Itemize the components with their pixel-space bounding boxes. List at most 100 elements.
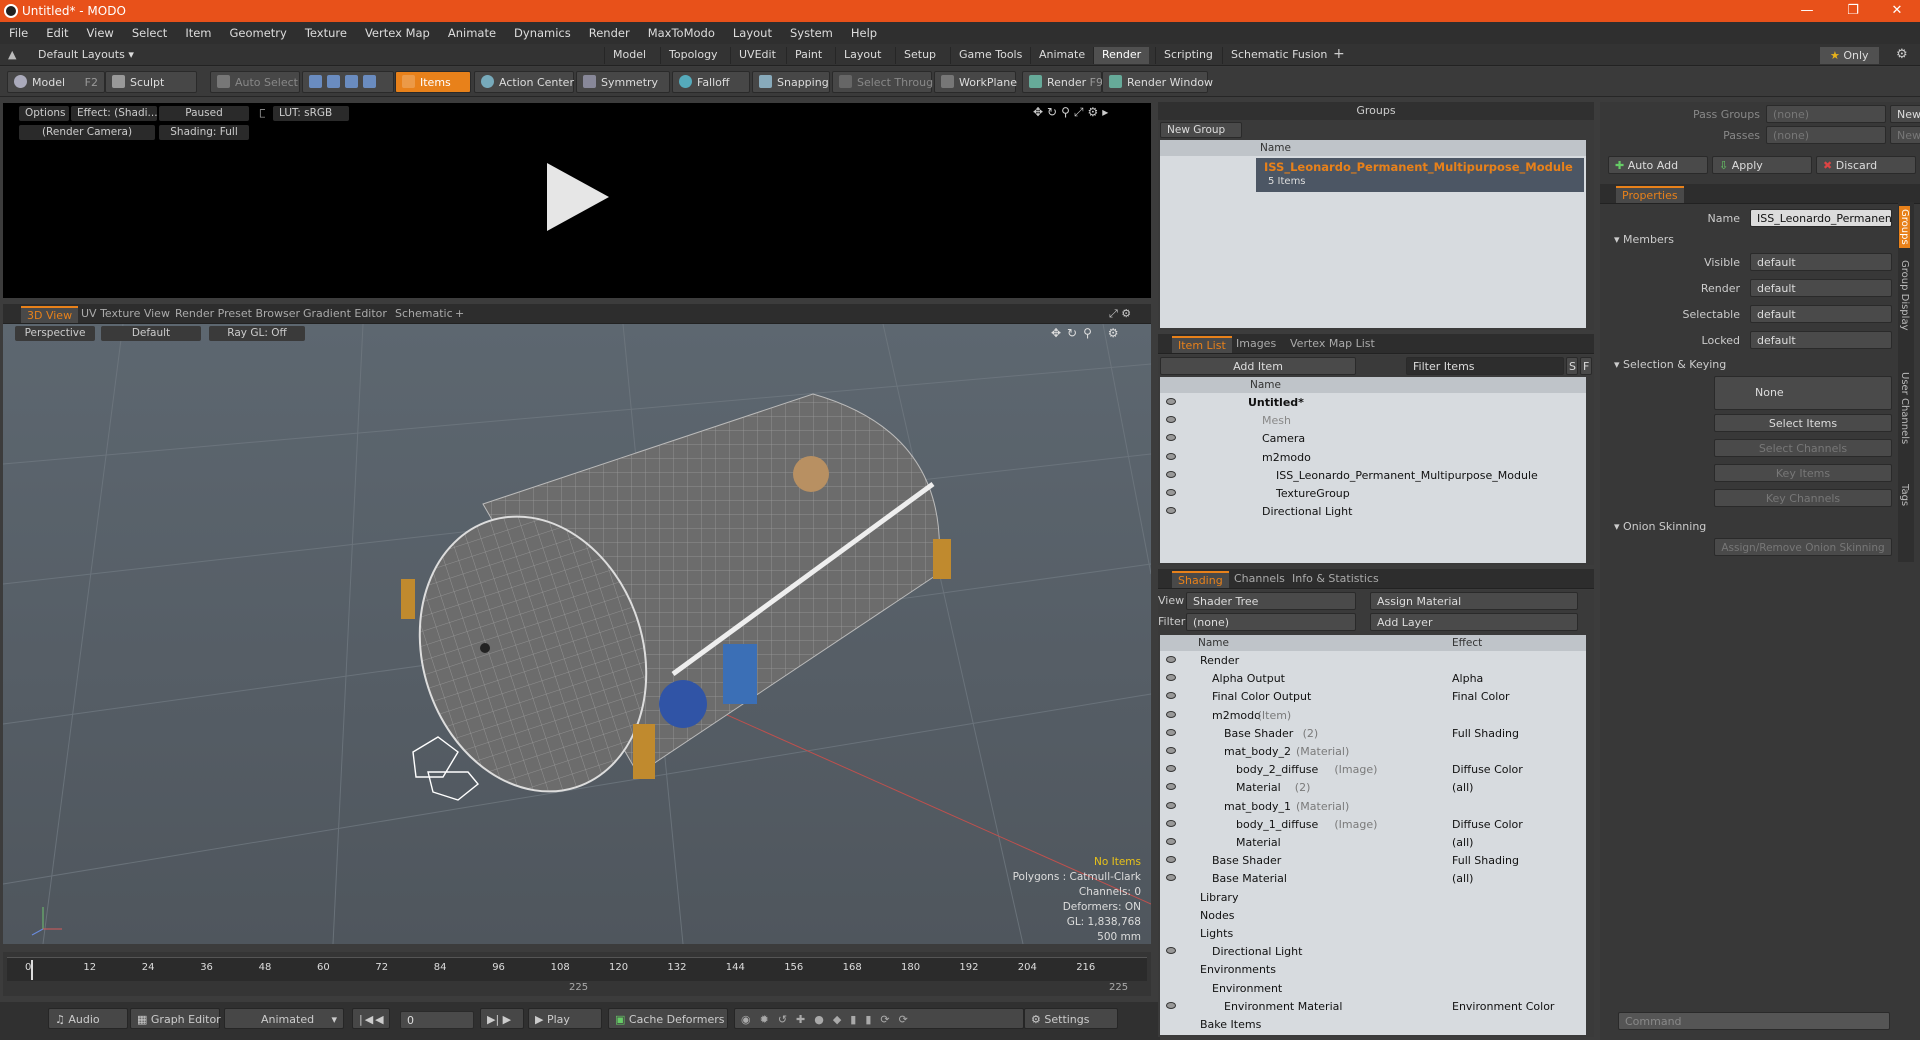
shader-tree-row[interactable]: Base Shader Full Shading	[1160, 852, 1586, 870]
frame-input[interactable]: 0	[400, 1011, 474, 1029]
settings-button[interactable]: ⚙ Settings	[1024, 1008, 1118, 1029]
key-items-button[interactable]: Key Items	[1714, 464, 1892, 482]
tab-item-list[interactable]: Item List	[1172, 336, 1232, 353]
shader-tree-row[interactable]: Directional Light	[1160, 943, 1586, 961]
menu-item[interactable]: Item	[176, 26, 220, 40]
shader-tree-row[interactable]: Render	[1160, 652, 1586, 670]
menu-texture[interactable]: Texture	[296, 26, 356, 40]
selection-keying-section[interactable]: ▾ Selection & Keying	[1614, 358, 1726, 371]
tab-game-tools[interactable]: Game Tools	[950, 47, 1030, 64]
shader-tree[interactable]: Name Effect Render Alpha Output Alpha Final…	[1160, 635, 1586, 1035]
preview-effect-dropdown[interactable]: Effect: (Shadi...	[71, 106, 157, 121]
tab-topology[interactable]: Topology	[660, 47, 726, 64]
perspective-dropdown[interactable]: Perspective	[15, 326, 95, 341]
menu-edit[interactable]: Edit	[37, 26, 77, 40]
shader-tree-row[interactable]: body_2_diffuse (Image) Diffuse Color	[1160, 761, 1586, 779]
item-list-row[interactable]: Directional Light	[1160, 503, 1586, 521]
visibility-eye-icon[interactable]	[1166, 874, 1176, 882]
animated-dropdown[interactable]: Animated ▾	[224, 1008, 344, 1029]
tab-scripting[interactable]: Scripting	[1155, 47, 1221, 64]
visibility-eye-icon[interactable]	[1166, 765, 1176, 773]
item-list-row[interactable]: TextureGroup	[1160, 485, 1586, 503]
group-row-selected[interactable]: ISS_Leonardo_Permanent_Multipurpose_Modu…	[1256, 158, 1584, 192]
new-group-button[interactable]: New Group	[1160, 122, 1242, 138]
shader-tree-row[interactable]: Base Material (all)	[1160, 870, 1586, 888]
tab-schematic-fusion[interactable]: Schematic Fusion	[1222, 47, 1335, 64]
shader-tree-row[interactable]: Nodes	[1160, 907, 1586, 925]
select-through-button[interactable]: Select Through	[832, 71, 940, 93]
tab-3d-view[interactable]: 3D View	[21, 306, 79, 323]
shader-effect[interactable]: Final Color	[1452, 688, 1510, 706]
shader-effect[interactable]: Diffuse Color	[1452, 761, 1523, 779]
tab-layout[interactable]: Layout	[835, 47, 889, 64]
item-list-row[interactable]: Camera	[1160, 430, 1586, 448]
menu-maxtomodo[interactable]: MaxToModo	[639, 26, 724, 40]
command-input[interactable]: Command	[1618, 1012, 1890, 1030]
discard-button[interactable]: ✖ Discard	[1816, 156, 1916, 174]
gear-icon[interactable]: ⚙	[1896, 47, 1908, 62]
menu-system[interactable]: System	[781, 26, 842, 40]
tab-shading[interactable]: Shading	[1172, 571, 1229, 588]
visibility-eye-icon[interactable]	[1166, 507, 1176, 515]
graph-editor-button[interactable]: ▦ Graph Editor	[130, 1008, 221, 1029]
shader-effect[interactable]: Environment Color	[1452, 998, 1554, 1016]
shading-dropdown[interactable]: Shading: Full	[159, 125, 249, 140]
visibility-eye-icon[interactable]	[1166, 838, 1176, 845]
menu-animate[interactable]: Animate	[439, 26, 505, 40]
shader-tree-row[interactable]: Environment Material Environment Color	[1160, 998, 1586, 1016]
visibility-eye-icon[interactable]	[1166, 489, 1176, 496]
filter-items-input[interactable]: Filter Items	[1406, 357, 1564, 375]
shader-tree-row[interactable]: Bake Items	[1160, 1016, 1586, 1034]
tab-gradient-editor[interactable]: Gradient Editor	[297, 306, 393, 323]
tab-model[interactable]: Model	[604, 47, 654, 64]
tab-properties[interactable]: Properties	[1616, 186, 1684, 203]
camera-gizmo-icon[interactable]	[398, 722, 488, 812]
vertex-mode-icon[interactable]	[309, 75, 322, 88]
assign-onion-button[interactable]: Assign/Remove Onion Skinning	[1714, 538, 1892, 556]
menu-select[interactable]: Select	[123, 26, 176, 40]
visible-dropdown[interactable]: default	[1750, 253, 1892, 271]
shader-tree-row[interactable]: Environment	[1160, 980, 1586, 998]
shader-tree-row[interactable]: Environments	[1160, 961, 1586, 979]
render-button[interactable]: Render F9	[1022, 71, 1103, 93]
pass-new-button[interactable]: New	[1890, 105, 1920, 123]
render-camera-dropdown[interactable]: (Render Camera)	[19, 125, 155, 140]
tab-uv-texture-view[interactable]: UV Texture View	[75, 306, 176, 323]
side-tab-user-channels[interactable]: User Channels	[1899, 372, 1910, 444]
model-mode-button[interactable]: Model F2	[7, 71, 105, 93]
maximize-button[interactable]: ❐	[1830, 0, 1876, 22]
auto-add-button[interactable]: ✚ Auto Add	[1608, 156, 1708, 174]
preview-nav-icons[interactable]: ✥↻⚲⤢⚙▸	[1033, 105, 1112, 120]
audio-button[interactable]: ♫ Audio	[48, 1008, 128, 1029]
render-dropdown[interactable]: default	[1750, 279, 1892, 297]
default-layouts-dropdown[interactable]: Default Layouts ▾	[38, 48, 134, 61]
visibility-eye-icon[interactable]	[1166, 470, 1176, 478]
shader-effect[interactable]: Alpha	[1452, 670, 1483, 688]
visibility-eye-icon[interactable]	[1166, 728, 1176, 736]
visibility-eye-icon[interactable]	[1166, 416, 1176, 424]
item-list-row[interactable]: Mesh	[1160, 412, 1586, 430]
groups-list[interactable]: Name ISS_Leonardo_Permanent_Multipurpose…	[1160, 140, 1586, 328]
menu-dynamics[interactable]: Dynamics	[505, 26, 580, 40]
visibility-eye-icon[interactable]	[1166, 819, 1176, 827]
side-tab-group-display[interactable]: Group Display	[1899, 260, 1910, 330]
shader-tree-row[interactable]: mat_body_2 (Material)	[1160, 743, 1586, 761]
side-tab-tags[interactable]: Tags	[1899, 484, 1910, 506]
visibility-eye-icon[interactable]	[1166, 801, 1176, 809]
workplane-button[interactable]: WorkPlane	[934, 71, 1017, 93]
shader-effect[interactable]: (all)	[1452, 779, 1473, 797]
visibility-eye-icon[interactable]	[1166, 692, 1176, 700]
action-center-button[interactable]: Action Center	[474, 71, 574, 93]
edge-mode-icon[interactable]	[327, 75, 340, 88]
filter-dropdown[interactable]: (none)	[1186, 613, 1356, 631]
tab-channels[interactable]: Channels	[1228, 571, 1291, 588]
step-forward-button[interactable]: ▶| ▶	[480, 1008, 524, 1029]
none-button[interactable]: None	[1714, 376, 1892, 410]
menu-file[interactable]: File	[0, 26, 37, 40]
tab-info-statistics[interactable]: Info & Statistics	[1286, 571, 1385, 588]
menu-geometry[interactable]: Geometry	[221, 26, 296, 40]
filter-f-button[interactable]: F	[1580, 357, 1592, 375]
add-layer-dropdown[interactable]: Add Layer	[1370, 613, 1578, 631]
shader-effect[interactable]: (all)	[1452, 870, 1473, 888]
tab-vertex-map-list[interactable]: Vertex Map List	[1284, 336, 1381, 353]
